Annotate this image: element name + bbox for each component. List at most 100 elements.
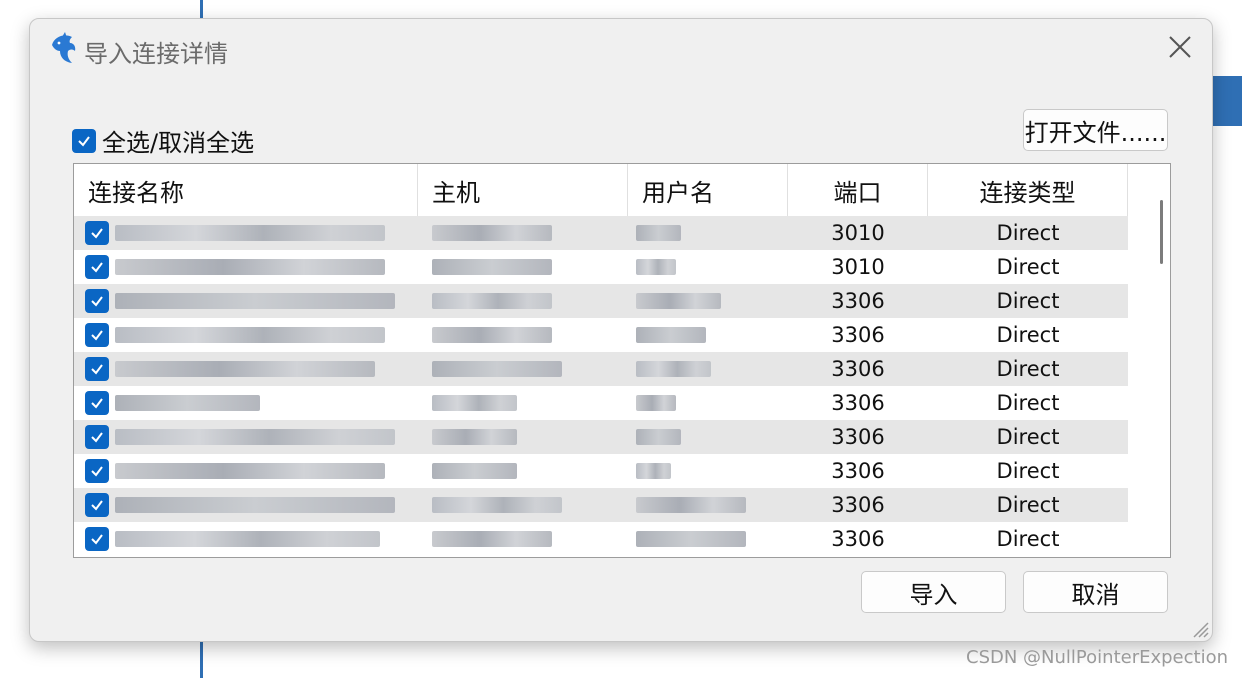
cell-user [628, 522, 788, 556]
cell-name [74, 420, 418, 454]
redacted-name [115, 361, 375, 377]
row-checkbox[interactable] [85, 289, 109, 313]
cell-port: 3306 [831, 425, 885, 449]
table-row[interactable]: 3306 Direct [74, 386, 1128, 420]
resize-grip-icon[interactable] [1188, 617, 1210, 639]
cell-type: Direct [996, 255, 1060, 279]
cell-host [418, 284, 628, 318]
checkbox-checked-icon[interactable] [72, 128, 96, 153]
cell-host [418, 522, 628, 556]
redacted-name [115, 429, 395, 445]
redacted-user [636, 293, 721, 309]
redacted-user [636, 497, 746, 513]
cell-user [628, 420, 788, 454]
redacted-host [432, 259, 552, 275]
redacted-host [432, 361, 562, 377]
redacted-name [115, 225, 385, 241]
column-header-type[interactable]: 连接类型 [928, 164, 1128, 216]
row-checkbox[interactable] [85, 255, 109, 279]
import-button[interactable]: 导入 [861, 571, 1006, 613]
redacted-user [636, 395, 676, 411]
cell-user [628, 284, 788, 318]
row-checkbox[interactable] [85, 357, 109, 381]
cell-name [74, 352, 418, 386]
connections-table: 连接名称 主机 用户名 端口 连接类型 3010 Direct 3010 Direct… [73, 163, 1171, 558]
table-row[interactable]: 3010 Direct [74, 216, 1128, 250]
cell-type: Direct [996, 425, 1060, 449]
row-checkbox[interactable] [85, 323, 109, 347]
redacted-host [432, 531, 552, 547]
cell-type: Direct [996, 493, 1060, 517]
scrollbar-thumb[interactable] [1160, 200, 1163, 264]
dialog-title: 导入连接详情 [84, 40, 228, 68]
redacted-user [636, 327, 706, 343]
cell-port: 3306 [831, 289, 885, 313]
redacted-name [115, 531, 380, 547]
table-row[interactable]: 3306 Direct [74, 318, 1128, 352]
cell-user [628, 216, 788, 250]
column-header-host[interactable]: 主机 [418, 164, 628, 216]
cell-host [418, 386, 628, 420]
close-icon[interactable] [1164, 31, 1196, 63]
cell-name [74, 318, 418, 352]
row-checkbox[interactable] [85, 493, 109, 517]
cell-port: 3306 [831, 459, 885, 483]
redacted-user [636, 531, 746, 547]
cell-type: Direct [996, 527, 1060, 551]
cell-name [74, 216, 418, 250]
cell-name [74, 386, 418, 420]
cancel-button[interactable]: 取消 [1023, 571, 1168, 613]
vertical-scrollbar[interactable] [1128, 164, 1170, 557]
cell-port: 3306 [831, 391, 885, 415]
table-row[interactable]: 3306 Direct [74, 522, 1128, 556]
redacted-host [432, 327, 552, 343]
select-all-checkbox[interactable]: 全选/取消全选 [72, 123, 254, 158]
cell-port: 3306 [831, 527, 885, 551]
redacted-host [432, 293, 552, 309]
cell-name [74, 284, 418, 318]
row-checkbox[interactable] [85, 391, 109, 415]
dialog-titlebar: 导入连接详情 [30, 19, 1212, 81]
import-connections-dialog: 导入连接详情 全选/取消全选 打开文件...... 连接名称 主机 用户名 端口… [29, 18, 1213, 642]
cell-host [418, 352, 628, 386]
row-checkbox[interactable] [85, 221, 109, 245]
table-row[interactable]: 3306 Direct [74, 284, 1128, 318]
redacted-user [636, 463, 671, 479]
row-checkbox[interactable] [85, 527, 109, 551]
table-row[interactable]: 3306 Direct [74, 488, 1128, 522]
cell-host [418, 488, 628, 522]
redacted-user [636, 429, 681, 445]
column-header-user[interactable]: 用户名 [628, 164, 788, 216]
cell-host [418, 420, 628, 454]
redacted-name [115, 463, 385, 479]
cell-type: Direct [996, 323, 1060, 347]
open-file-button[interactable]: 打开文件...... [1023, 109, 1168, 151]
column-header-port[interactable]: 端口 [788, 164, 928, 216]
watermark: CSDN @NullPointerExpection [966, 647, 1228, 668]
table-row[interactable]: 3306 Direct [74, 454, 1128, 488]
redacted-host [432, 497, 562, 513]
table-row[interactable]: 3306 Direct [74, 420, 1128, 454]
redacted-name [115, 293, 395, 309]
redacted-host [432, 463, 517, 479]
redacted-user [636, 361, 711, 377]
row-checkbox[interactable] [85, 425, 109, 449]
cell-type: Direct [996, 289, 1060, 313]
cell-port: 3306 [831, 357, 885, 381]
dolphin-icon [48, 31, 80, 65]
redacted-host [432, 225, 552, 241]
cell-host [418, 250, 628, 284]
row-checkbox[interactable] [85, 459, 109, 483]
table-row[interactable]: 3010 Direct [74, 250, 1128, 284]
redacted-user [636, 225, 681, 241]
cell-type: Direct [996, 357, 1060, 381]
table-row[interactable]: 3306 Direct [74, 352, 1128, 386]
column-header-name[interactable]: 连接名称 [74, 164, 418, 216]
cell-user [628, 352, 788, 386]
cell-host [418, 318, 628, 352]
cell-port: 3010 [831, 221, 885, 245]
cell-type: Direct [996, 391, 1060, 415]
cell-name [74, 522, 418, 556]
cell-type: Direct [996, 221, 1060, 245]
cell-host [418, 216, 628, 250]
